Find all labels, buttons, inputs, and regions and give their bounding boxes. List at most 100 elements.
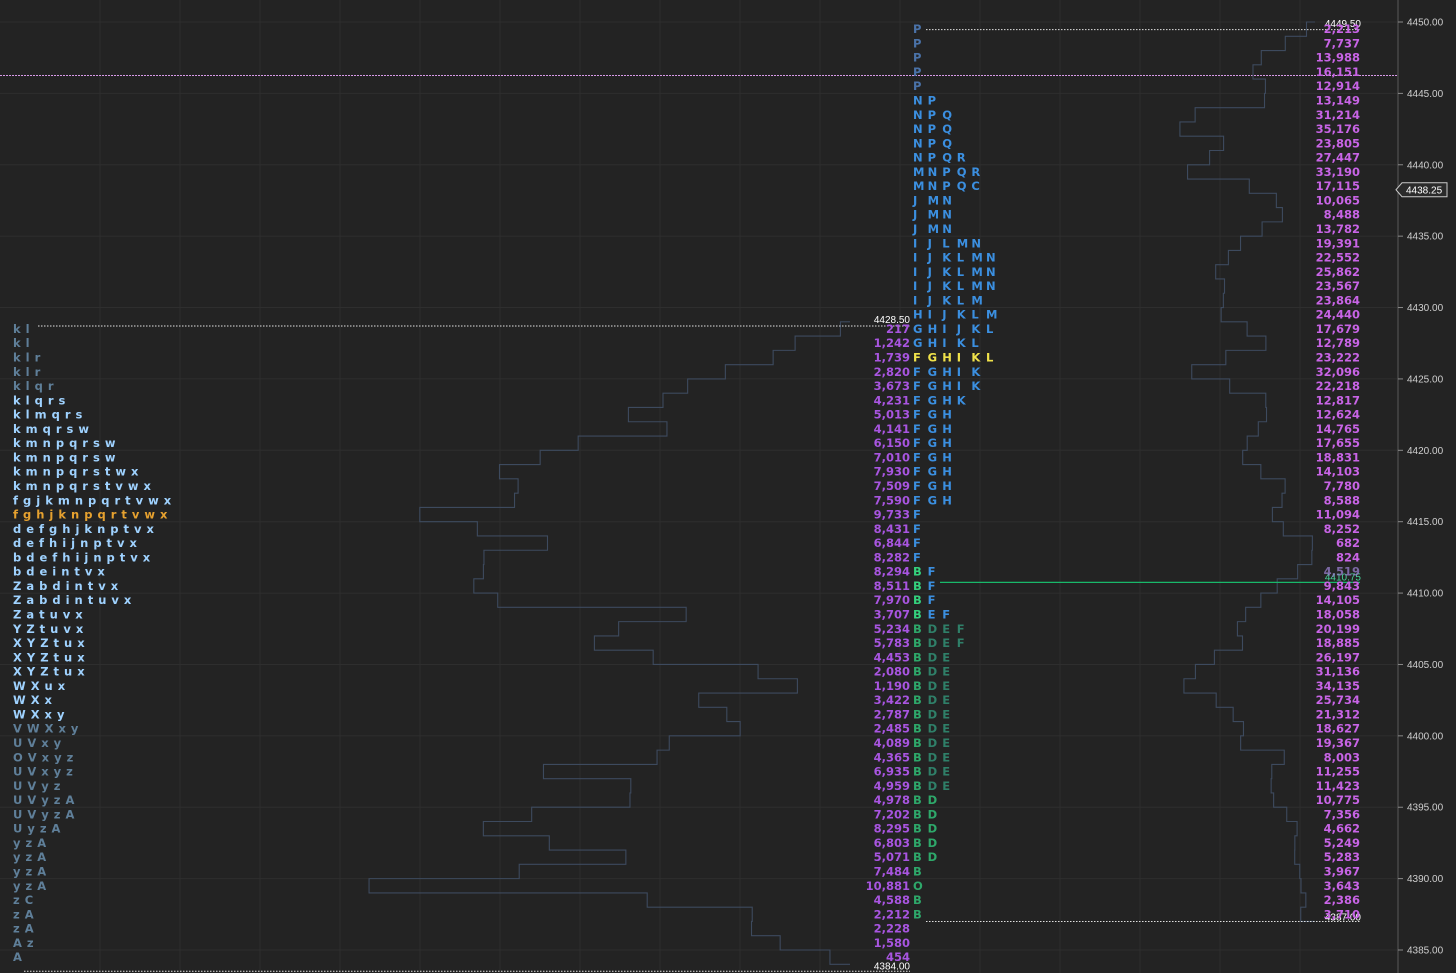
right-tpo-row: NPQ [913,136,952,150]
left-tpo-row: k l m q r s [13,408,83,422]
middle-volume-value: 4,089 [874,736,910,750]
right-volume-value: 4,662 [1324,822,1360,836]
tpo-letter: I [913,251,917,265]
right-volume-value: 24,440 [1316,308,1360,322]
tpo-letter: K [957,393,967,407]
tpo-letter: B [913,607,922,621]
middle-volume-value: 4,231 [874,393,910,407]
middle-volume-value: 6,844 [874,536,910,550]
left-tpo-row: U y z A [13,822,61,836]
right-volume-value: 33,190 [1316,165,1360,179]
right-volume-value: 7,356 [1324,807,1360,821]
tpo-letter: B [913,864,922,878]
left-tpo-row: Z a t u v x [13,607,83,621]
right-tpo-row: B [913,864,922,878]
middle-volume-value: 7,930 [874,465,910,479]
right-volume-value: 31,214 [1316,108,1360,122]
middle-volume-value: 1,242 [874,336,910,350]
right-volume-value: 34,135 [1316,679,1360,693]
tpo-letter: B [913,622,922,636]
right-tpo-row: BDE [913,750,950,764]
tpo-chart-stage[interactable]: 4385.00 4390.00 4395.00 4400.00 4405.00 4410.… [0,0,1456,973]
tpo-letter: P [913,36,921,50]
tpo-letter: L [986,351,994,365]
middle-volume-value: 7,970 [874,593,910,607]
left-tpo-row: W X x y [13,707,65,721]
right-volume-value: 23,805 [1316,136,1360,150]
tpo-letter: E [942,622,950,636]
tpo-letter: K [942,293,952,307]
middle-volume-value: 5,071 [874,850,910,864]
tpo-letter: P [928,122,936,136]
tpo-market-profile-chart[interactable]: 4385.00 4390.00 4395.00 4400.00 4405.00 4410.… [0,0,1456,973]
tpo-letter: P [913,65,921,79]
y-axis-tick-label: 4420.00 [1407,446,1444,457]
right-tpo-row: NPQ [913,122,952,136]
left-tpo-row: X Y Z t u x [13,650,85,664]
y-axis-tick-label: 4430.00 [1407,303,1444,314]
tpo-letter: R [957,151,966,165]
tpo-letter: B [913,579,922,593]
right-tpo-row: F [913,536,921,550]
tpo-letter: D [928,665,938,679]
right-volume-value: 11,423 [1316,779,1360,793]
middle-volume-value: 2,485 [874,722,910,736]
tpo-letter: I [942,336,946,350]
tpo-letter: K [957,336,967,350]
chart-background [0,0,1456,973]
right-volume-value: 35,176 [1316,122,1360,136]
right-volume-value: 2,213 [1324,22,1360,36]
right-volume-value: 13,149 [1316,94,1360,108]
tpo-letter: H [942,465,952,479]
tpo-letter: G [928,365,937,379]
tpo-letter: Q [942,136,952,150]
tpo-letter: B [913,665,922,679]
tpo-letter: M [971,279,982,293]
left-tpo-row: k l [13,336,30,350]
right-volume-value: 17,115 [1316,179,1360,193]
middle-volume-value: 6,935 [874,765,910,779]
tpo-letter: N [913,94,923,108]
tpo-letter: H [942,393,952,407]
tpo-letter: F [913,408,921,422]
tpo-letter: G [913,336,922,350]
tpo-letter: B [913,593,922,607]
middle-volume-value: 5,234 [874,622,910,636]
tpo-letter: L [957,265,965,279]
right-tpo-row: BDE [913,779,950,793]
tpo-letter: M [913,165,924,179]
left-tpo-row: k m n p q r s w [13,450,116,464]
tpo-letter: Q [957,165,967,179]
tpo-letter: H [942,450,952,464]
right-volume-value: 682 [1336,536,1360,550]
middle-volume-value: 4,365 [874,750,910,764]
right-tpo-row: P [913,51,921,65]
tpo-letter: B [913,850,922,864]
right-tpo-row: F [913,522,921,536]
left-tpo-row: k m n p q r s w [13,436,116,450]
tpo-letter: P [942,179,950,193]
tpo-letter: F [913,450,921,464]
left-tpo-row: V W X x y [13,722,79,736]
tpo-letter: G [928,436,937,450]
left-tpo-row: k l q r [13,379,54,393]
tpo-letter: H [942,436,952,450]
tpo-letter: J [927,293,932,307]
y-axis-tick-label: 4405.00 [1407,660,1444,671]
right-volume-value: 23,864 [1316,293,1360,307]
tpo-letter: I [942,322,946,336]
tpo-letter: M [986,308,997,322]
tpo-letter: G [928,393,937,407]
y-axis-tick-label: 4450.00 [1407,18,1444,29]
right-tpo-row: BDE [913,736,950,750]
right-volume-value: 14,105 [1316,593,1360,607]
right-tpo-row: BDE [913,650,950,664]
middle-volume-value: 5,783 [874,636,910,650]
right-volume-value: 7,737 [1324,36,1360,50]
y-axis-tick-label: 4445.00 [1407,89,1444,100]
right-volume-value: 21,312 [1316,707,1360,721]
tpo-letter: H [942,408,952,422]
middle-volume-value: 4,453 [874,650,910,664]
right-volume-value: 8,003 [1324,750,1360,764]
right-volume-value: 25,862 [1316,265,1360,279]
